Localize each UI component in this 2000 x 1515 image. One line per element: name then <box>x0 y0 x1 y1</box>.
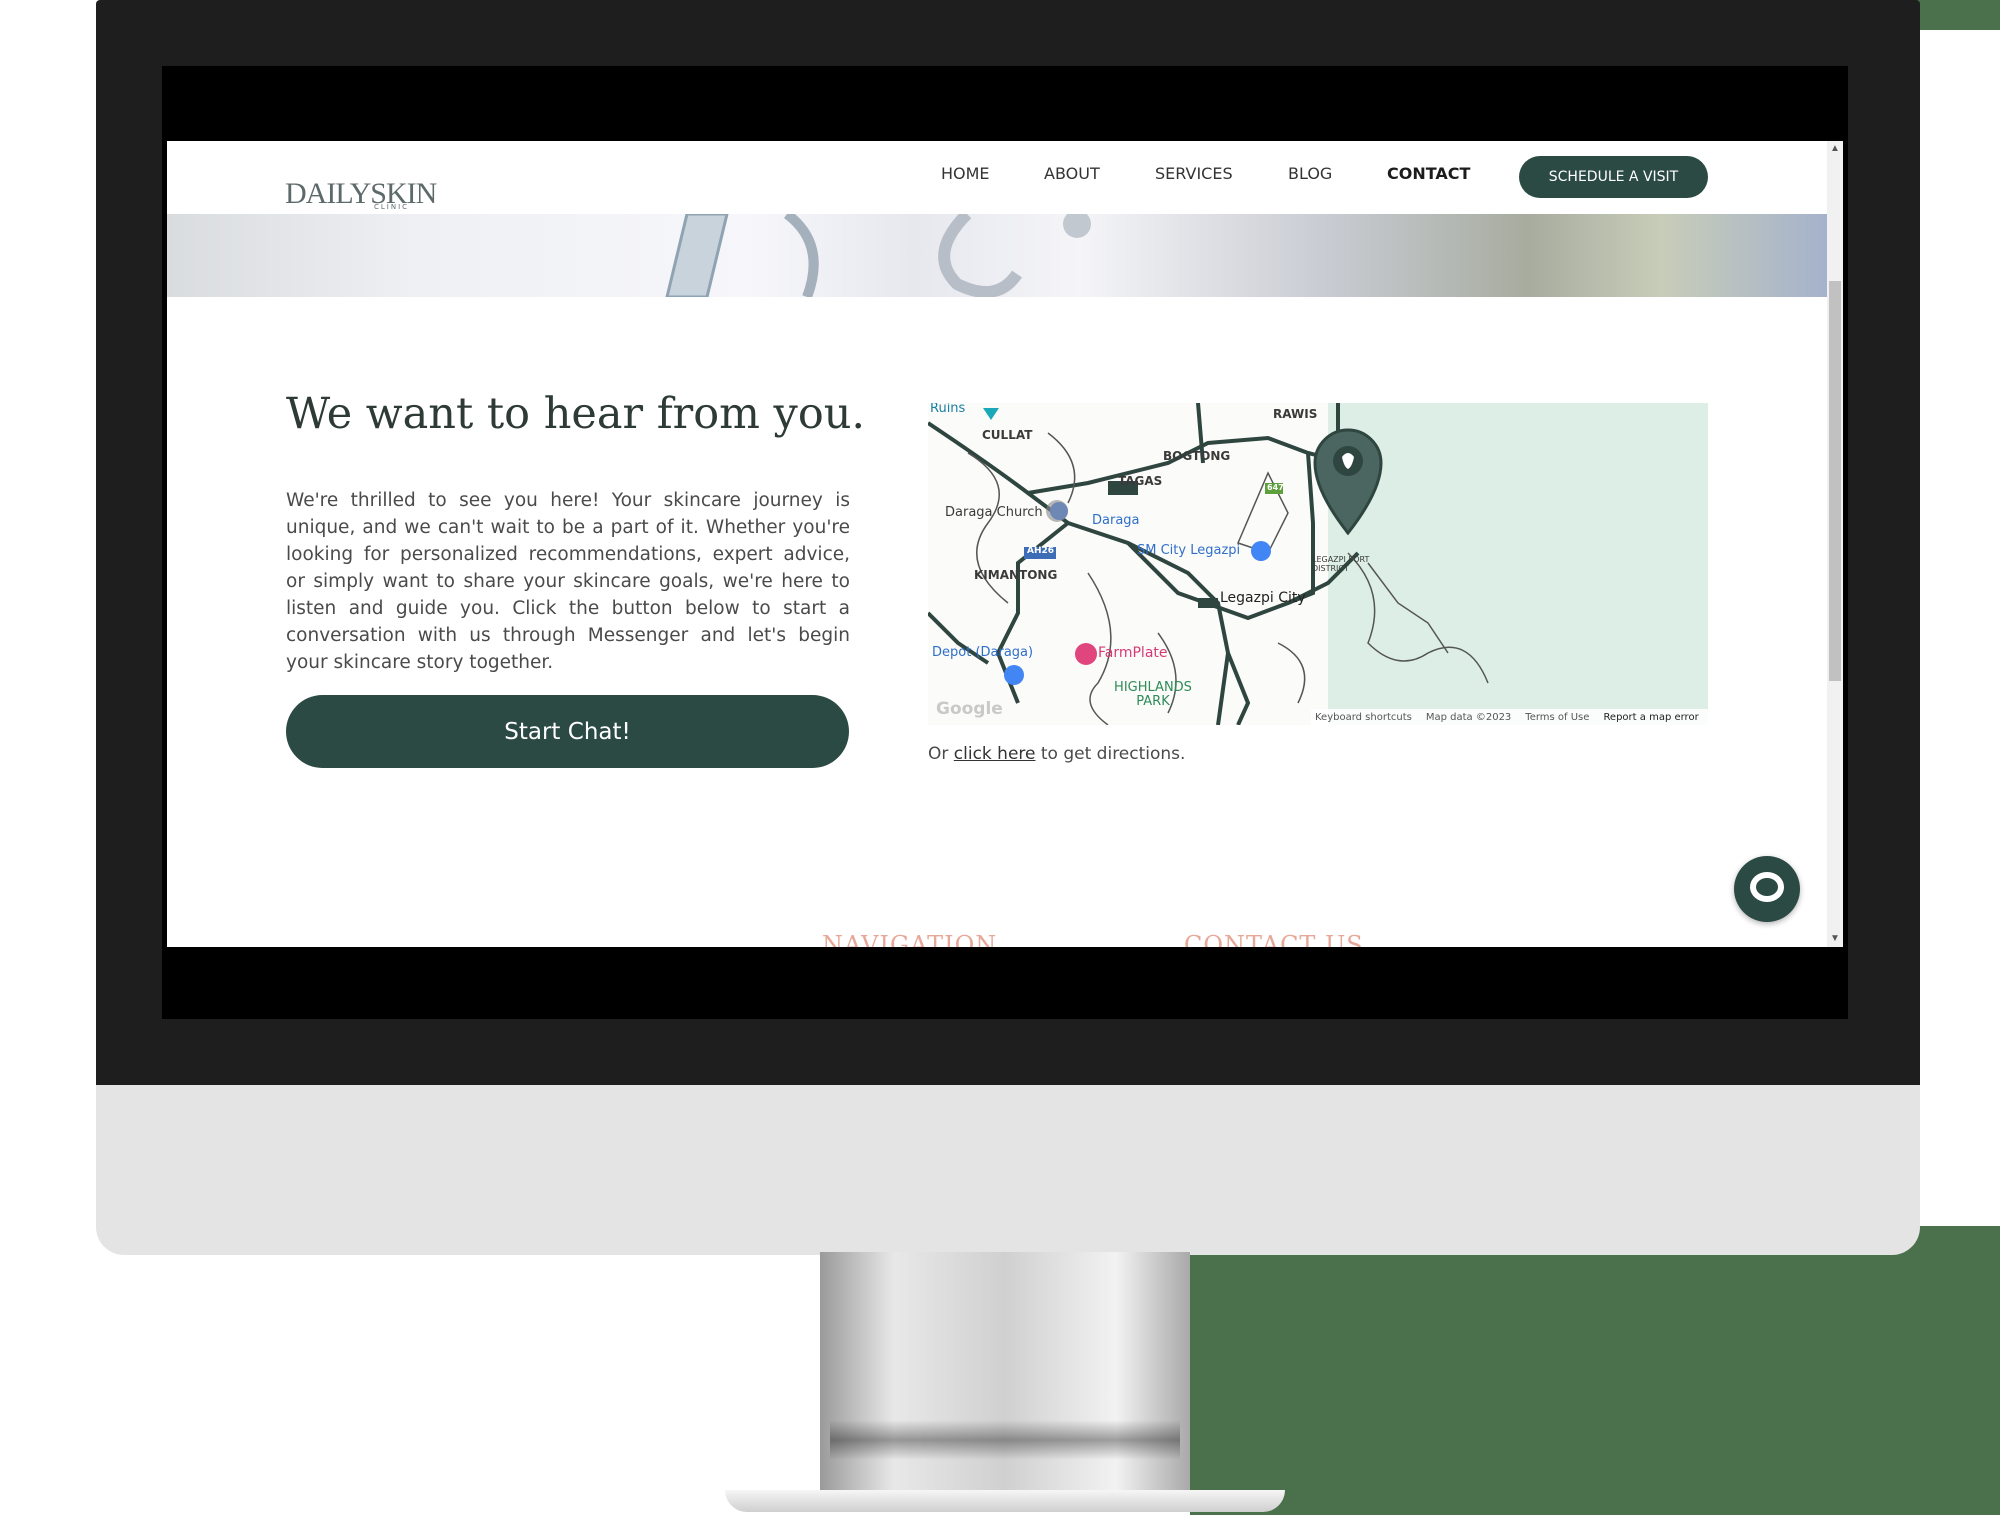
nav-blog[interactable]: BLOG <box>1288 164 1332 183</box>
nav-services[interactable]: SERVICES <box>1155 164 1233 183</box>
scroll-thumb[interactable] <box>1829 281 1841 681</box>
directions-prefix: Or <box>928 744 949 764</box>
map-report-error-link[interactable]: Report a map error <box>1603 712 1698 723</box>
map-label-kimantong: KIMANTONG <box>974 568 1058 582</box>
map-data-attribution: Map data ©2023 <box>1425 711 1512 723</box>
map-label-daraga: Daraga <box>1092 513 1140 528</box>
hero-sign-shapes <box>665 209 1091 299</box>
logo-text: DAILYSKIN <box>285 177 437 210</box>
map-keyboard-shortcuts[interactable]: Keyboard shortcuts <box>1315 712 1412 723</box>
scroll-down-icon[interactable]: ▼ <box>1830 933 1840 944</box>
directions-link[interactable]: click here <box>954 744 1036 764</box>
chat-bubble-icon-inner <box>1756 878 1778 896</box>
map-label-depot: Depot (Daraga) <box>932 645 1034 660</box>
map-label-highlands-park: HIGHLANDS PARK <box>1114 680 1192 709</box>
hero-image <box>167 209 1827 299</box>
google-map[interactable]: Ruins CULLAT RAWIS BOGTONG TAGAS Daraga … <box>928 403 1708 725</box>
contact-body-text: We're thrilled to see you here! Your ski… <box>286 489 850 673</box>
footer-contact-heading: CONTACT US <box>1184 931 1364 947</box>
schedule-visit-button[interactable]: SCHEDULE A VISIT <box>1519 156 1708 198</box>
map-label-port-district: LEGAZPI PORT DISTRICT <box>1312 555 1370 573</box>
logo[interactable]: DAILYSKIN CLINIC <box>285 155 437 211</box>
contact-heading: We want to hear from you. <box>286 389 866 439</box>
map-label-647: 647 <box>1267 483 1284 492</box>
map-label-legazpi-city: Legazpi City <box>1220 590 1306 606</box>
directions-suffix: to get directions. <box>1040 744 1186 764</box>
map-label-bogtong: BOGTONG <box>1163 449 1231 463</box>
map-label-cullat: CULLAT <box>982 428 1033 442</box>
map-terms-link[interactable]: Terms of Use <box>1525 712 1589 723</box>
map-label-ah26: AH26 <box>1027 546 1055 556</box>
footer-navigation-heading: NAVIGATION <box>822 931 998 947</box>
scrollbar[interactable]: ▲ ▼ <box>1827 141 1843 947</box>
nav-about[interactable]: ABOUT <box>1044 164 1100 183</box>
map-label-tagas: TAGAS <box>1118 474 1163 488</box>
logo-subtext: CLINIC <box>374 203 410 211</box>
map-label-ruins: Ruins <box>930 403 966 416</box>
nav-contact[interactable]: CONTACT <box>1387 164 1470 183</box>
map-footer: Keyboard shortcuts Map data ©2023 Terms … <box>1311 709 1708 725</box>
background-accent <box>1190 1226 2000 1515</box>
navbar: DAILYSKIN CLINIC HOME ABOUT SERVICES BLO… <box>167 141 1827 214</box>
google-logo: Google <box>936 699 1003 719</box>
messenger-chat-button[interactable] <box>1734 856 1800 922</box>
browser-viewport: DAILYSKIN CLINIC HOME ABOUT SERVICES BLO… <box>167 141 1843 947</box>
map-label-sm-city: SM City Legazpi <box>1137 543 1241 558</box>
start-chat-button[interactable]: Start Chat! <box>286 695 849 768</box>
map-label-rawis: RAWIS <box>1273 407 1318 421</box>
scroll-up-icon[interactable]: ▲ <box>1830 143 1840 154</box>
stand-shadow <box>830 1420 1180 1460</box>
map-label-daraga-church: Daraga Church <box>945 505 1043 520</box>
monitor-chin <box>96 1085 1920 1255</box>
directions-text: Or click here to get directions. <box>928 744 1185 764</box>
monitor-stand <box>820 1252 1190 1502</box>
monitor-base <box>725 1490 1285 1512</box>
map-label-farmplate: FarmPlate <box>1098 645 1168 661</box>
nav-home[interactable]: HOME <box>941 164 990 183</box>
